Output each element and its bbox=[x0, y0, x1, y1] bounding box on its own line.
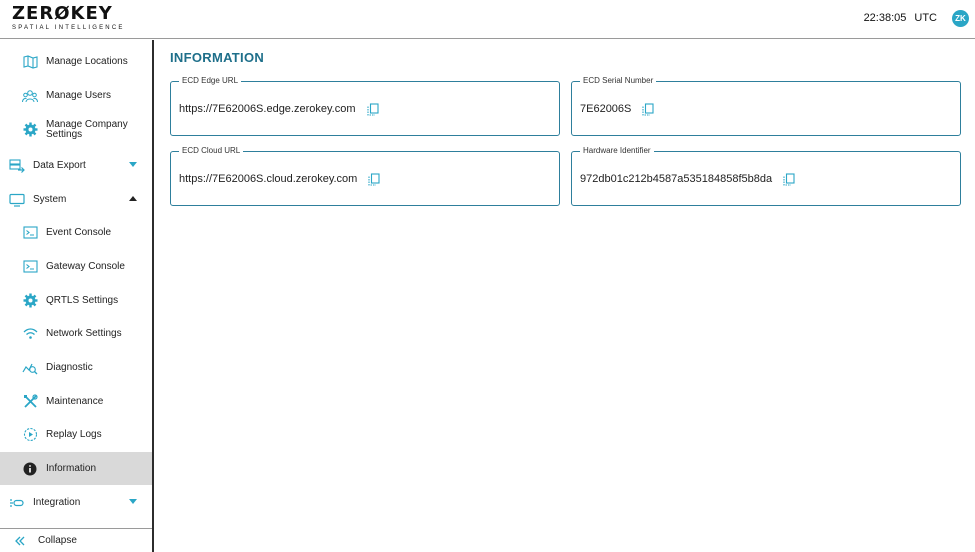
sidebar-item-label: Integration bbox=[33, 496, 81, 508]
sidebar-item-replay-logs[interactable]: Replay Logs bbox=[0, 418, 152, 451]
chevron-down-icon[interactable] bbox=[129, 162, 137, 167]
sidebar-item-label: Data Export bbox=[33, 159, 86, 171]
sidebar-item-label: Gateway Console bbox=[46, 260, 125, 272]
export-icon bbox=[9, 158, 25, 174]
terminal-icon bbox=[22, 259, 38, 275]
gear-icon bbox=[22, 293, 38, 309]
sidebar-item-system[interactable]: System bbox=[0, 183, 152, 216]
field-value-row: https://7E62006S.edge.zerokey.com bbox=[179, 102, 380, 116]
sidebar-item-label: QRTLS Settings bbox=[46, 294, 119, 306]
copy-icon[interactable] bbox=[366, 102, 380, 116]
monitor-icon bbox=[9, 192, 25, 208]
sidebar-item-label: Maintenance bbox=[46, 395, 104, 407]
sidebar-item-label: Manage Locations bbox=[46, 55, 128, 67]
logo-wordmark: ZERØKEY bbox=[12, 3, 113, 24]
ecd-cloud-url-value: https://7E62006S.cloud.zerokey.com bbox=[179, 173, 358, 185]
zerokey-logo[interactable]: ZERØKEY SPATIAL INTELLIGENCE bbox=[12, 5, 132, 35]
integration-icon bbox=[9, 495, 25, 511]
field-label: ECD Edge URL bbox=[179, 76, 242, 86]
diagnostic-icon bbox=[22, 360, 38, 376]
field-value-row: 972db01c212b4587a535184858f5b8da bbox=[580, 172, 796, 186]
main-content: INFORMATION ECD Edge URL https://7E62006… bbox=[156, 40, 975, 552]
field-label: ECD Serial Number bbox=[580, 76, 657, 86]
sidebar-item-label: Network Settings bbox=[46, 327, 122, 339]
ecd-serial-number-value: 7E62006S bbox=[580, 103, 632, 115]
map-icon bbox=[22, 54, 38, 70]
sidebar-item-label: System bbox=[33, 193, 67, 205]
chevron-down-icon[interactable] bbox=[129, 499, 137, 504]
gear-icon bbox=[22, 122, 38, 138]
logo-tagline: SPATIAL INTELLIGENCE bbox=[12, 25, 125, 31]
sidebar-item-label: Replay Logs bbox=[46, 428, 102, 440]
copy-icon[interactable] bbox=[782, 172, 796, 186]
hardware-identifier-field: Hardware Identifier 972db01c212b4587a535… bbox=[571, 146, 961, 206]
clock: 22:38:05 UTC bbox=[864, 12, 937, 24]
sidebar-item-event-console[interactable]: Event Console bbox=[0, 216, 152, 249]
avatar[interactable]: ZK bbox=[952, 10, 969, 27]
sidebar-item-network-settings[interactable]: Network Settings bbox=[0, 317, 152, 350]
sidebar-item-integration[interactable]: Integration bbox=[0, 486, 152, 519]
field-value-row: 7E62006S bbox=[580, 102, 655, 116]
field-value-row: https://7E62006S.cloud.zerokey.com bbox=[179, 172, 381, 186]
collapse-label: Collapse bbox=[38, 534, 77, 546]
ecd-cloud-url-field: ECD Cloud URL https://7E62006S.cloud.zer… bbox=[170, 146, 560, 206]
sidebar-item-label: Event Console bbox=[46, 226, 112, 238]
sidebar-item-label: Information bbox=[46, 462, 97, 474]
sidebar-item-label: Manage Users bbox=[46, 89, 112, 101]
sidebar: Manage Locations Manage Users Manage Com… bbox=[0, 40, 154, 552]
sidebar-item-information[interactable]: Information bbox=[0, 452, 152, 485]
sidebar-item-gateway-console[interactable]: Gateway Console bbox=[0, 250, 152, 283]
hardware-identifier-value: 972db01c212b4587a535184858f5b8da bbox=[580, 173, 773, 185]
clock-timezone: UTC bbox=[914, 12, 937, 24]
ecd-edge-url-field: ECD Edge URL https://7E62006S.edge.zerok… bbox=[170, 76, 560, 136]
field-label: ECD Cloud URL bbox=[179, 146, 244, 156]
sidebar-item-diagnostic[interactable]: Diagnostic bbox=[0, 351, 152, 384]
sidebar-item-label: Diagnostic bbox=[46, 361, 93, 373]
terminal-icon bbox=[22, 225, 38, 241]
collapse-button[interactable]: Collapse bbox=[0, 528, 152, 552]
copy-icon[interactable] bbox=[641, 102, 655, 116]
clock-time: 22:38:05 bbox=[863, 12, 907, 24]
double-chevron-left-icon bbox=[12, 533, 28, 549]
field-label: Hardware Identifier bbox=[580, 146, 654, 156]
app-header: ZERØKEY SPATIAL INTELLIGENCE 22:38:05 UTC… bbox=[0, 0, 975, 39]
sidebar-item-manage-locations[interactable]: Manage Locations bbox=[0, 45, 152, 78]
sidebar-item-manage-company-settings[interactable]: Manage Company Settings bbox=[0, 113, 152, 146]
users-icon bbox=[22, 88, 38, 104]
ecd-edge-url-value: https://7E62006S.edge.zerokey.com bbox=[179, 103, 356, 115]
sidebar-item-data-export[interactable]: Data Export bbox=[0, 149, 152, 182]
copy-icon[interactable] bbox=[367, 172, 381, 186]
sidebar-item-qrtls-settings[interactable]: QRTLS Settings bbox=[0, 284, 152, 317]
sidebar-item-manage-users[interactable]: Manage Users bbox=[0, 79, 152, 112]
sidebar-item-label: Manage Company Settings bbox=[46, 118, 128, 140]
info-icon bbox=[22, 461, 38, 477]
sidebar-item-maintenance[interactable]: Maintenance bbox=[0, 385, 152, 418]
replay-icon bbox=[22, 427, 38, 443]
chevron-up-icon[interactable] bbox=[129, 196, 137, 201]
tools-icon bbox=[22, 394, 38, 410]
wifi-icon bbox=[22, 326, 38, 342]
page-title: INFORMATION bbox=[170, 50, 265, 65]
ecd-serial-number-field: ECD Serial Number 7E62006S bbox=[571, 76, 961, 136]
